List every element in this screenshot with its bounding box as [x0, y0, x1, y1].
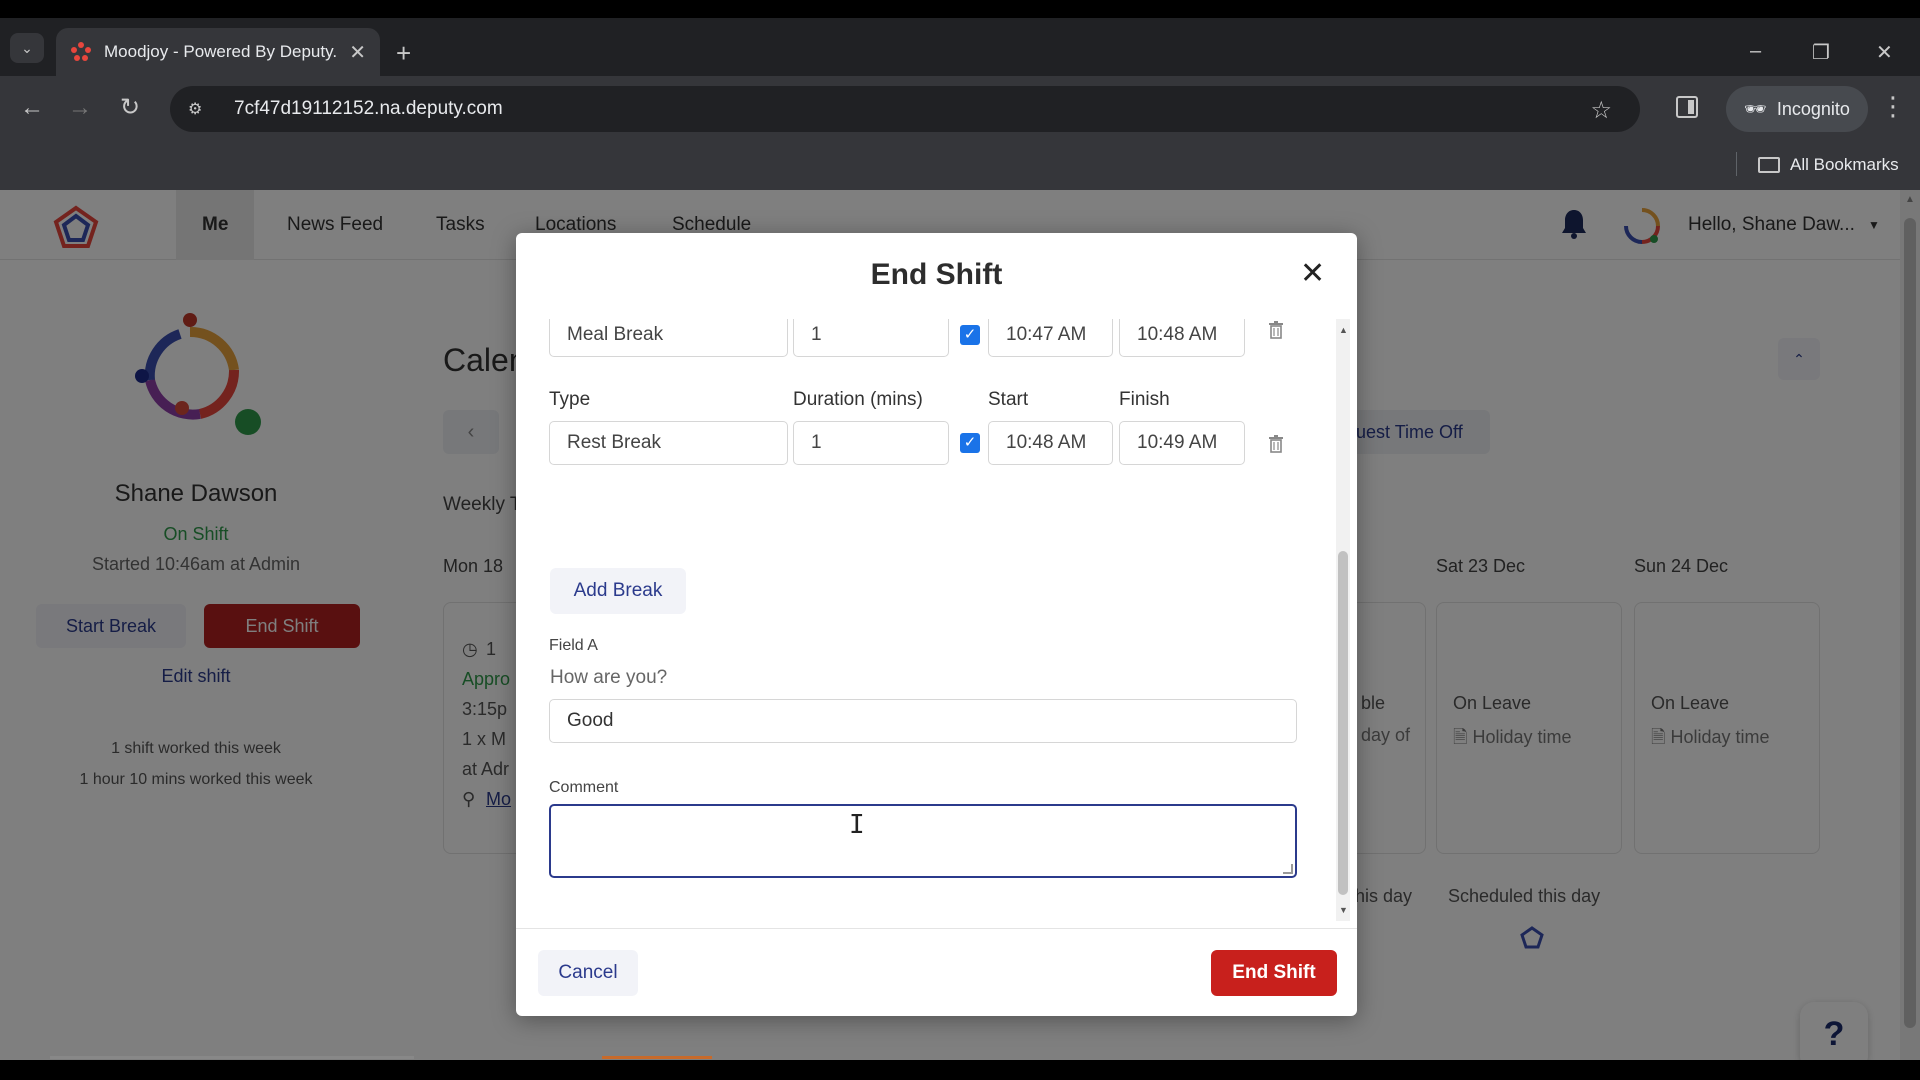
incognito-icon: 🕶 — [1744, 98, 1767, 119]
break-2-finish[interactable]: 10:49 AM — [1119, 421, 1245, 465]
forward-icon[interactable]: → — [68, 94, 92, 122]
break-1-start[interactable]: 10:47 AM — [988, 319, 1113, 357]
deputy-favicon-icon — [71, 42, 91, 61]
field-a-label: Field A — [549, 637, 598, 654]
end-shift-modal: End Shift ✕ Meal Break 1 ✓ 10:47 AM 10:4… — [516, 233, 1357, 1016]
url-text: 7cf47d19112152.na.deputy.com — [234, 98, 503, 119]
break-1-duration[interactable]: 1 — [793, 319, 949, 357]
browser-menu-icon[interactable]: ⋮ — [1880, 92, 1906, 120]
modal-scrollbar-thumb[interactable] — [1338, 551, 1348, 895]
all-bookmarks-button[interactable]: All Bookmarks — [1758, 150, 1899, 180]
screen-top-edge — [0, 0, 1920, 18]
field-a-question: How are you? — [550, 667, 668, 688]
comment-textarea[interactable] — [549, 804, 1297, 878]
page-bottom-strip-accent — [602, 1056, 712, 1059]
new-tab-icon[interactable]: + — [396, 40, 411, 66]
break-2-type[interactable]: Rest Break — [549, 421, 788, 465]
text-cursor-icon: I — [849, 810, 865, 840]
field-a-input[interactable]: Good — [549, 699, 1297, 743]
break-2-duration[interactable]: 1 — [793, 421, 949, 465]
break-1-checkbox[interactable]: ✓ — [960, 325, 980, 345]
bookmarks-bar: All Bookmarks — [0, 142, 1920, 190]
page-bottom-strip — [50, 1056, 414, 1059]
minimize-icon[interactable]: – — [1750, 40, 1761, 63]
incognito-label: Incognito — [1776, 98, 1850, 119]
finish-label: Finish — [1119, 389, 1170, 410]
start-label: Start — [988, 389, 1029, 410]
restore-icon[interactable]: ❐ — [1812, 40, 1830, 65]
screen-bottom-edge — [0, 1060, 1920, 1080]
modal-scrollbar[interactable]: ▲ ▼ — [1336, 319, 1350, 921]
tab-close-icon[interactable]: ✕ — [349, 40, 366, 65]
modal-scroll-up-icon[interactable]: ▲ — [1339, 325, 1348, 335]
address-bar-row: ← → ↻ ⚙ 7cf47d19112152.na.deputy.com ☆ 🕶… — [0, 76, 1920, 142]
break-2-start[interactable]: 10:48 AM — [988, 421, 1113, 465]
all-bookmarks-label: All Bookmarks — [1790, 155, 1899, 174]
incognito-badge[interactable]: 🕶 Incognito — [1726, 86, 1868, 132]
reload-icon[interactable]: ↻ — [120, 94, 140, 122]
duration-label: Duration (mins) — [793, 389, 923, 410]
modal-close-icon[interactable]: ✕ — [1300, 259, 1325, 289]
modal-scroll-down-icon[interactable]: ▼ — [1339, 905, 1348, 915]
modal-footer-divider — [516, 928, 1357, 929]
break-1-type[interactable]: Meal Break — [549, 319, 788, 357]
modal-title: End Shift — [870, 258, 1003, 291]
textarea-resize-handle[interactable] — [1283, 864, 1293, 874]
break-1-delete-icon[interactable] — [1268, 321, 1284, 339]
break-1-finish[interactable]: 10:48 AM — [1119, 319, 1245, 357]
site-info-icon[interactable]: ⚙ — [188, 99, 218, 119]
break-2-checkbox[interactable]: ✓ — [960, 433, 980, 453]
cancel-button[interactable]: Cancel — [538, 950, 638, 996]
bookmarks-separator — [1736, 152, 1737, 176]
bookmark-star-icon[interactable]: ☆ — [1590, 96, 1612, 125]
browser-tab[interactable]: Moodjoy - Powered By Deputy. ✕ — [56, 28, 380, 76]
side-panel-icon[interactable] — [1676, 96, 1698, 118]
type-label: Type — [549, 389, 591, 410]
break-2-delete-icon[interactable] — [1268, 435, 1284, 453]
tab-search-button[interactable]: ⌄ — [10, 33, 44, 63]
window-close-icon[interactable]: ✕ — [1876, 40, 1893, 65]
back-icon[interactable]: ← — [20, 94, 44, 122]
comment-label: Comment — [549, 779, 619, 796]
tab-strip: ⌄ Moodjoy - Powered By Deputy. ✕ + – ❐ ✕ — [0, 18, 1920, 76]
url-bar[interactable]: ⚙ 7cf47d19112152.na.deputy.com ☆ — [170, 86, 1640, 132]
tab-title: Moodjoy - Powered By Deputy. — [104, 42, 338, 61]
folder-icon — [1758, 157, 1780, 173]
end-shift-button[interactable]: End Shift — [1211, 950, 1337, 996]
add-break-button[interactable]: Add Break — [550, 568, 686, 614]
